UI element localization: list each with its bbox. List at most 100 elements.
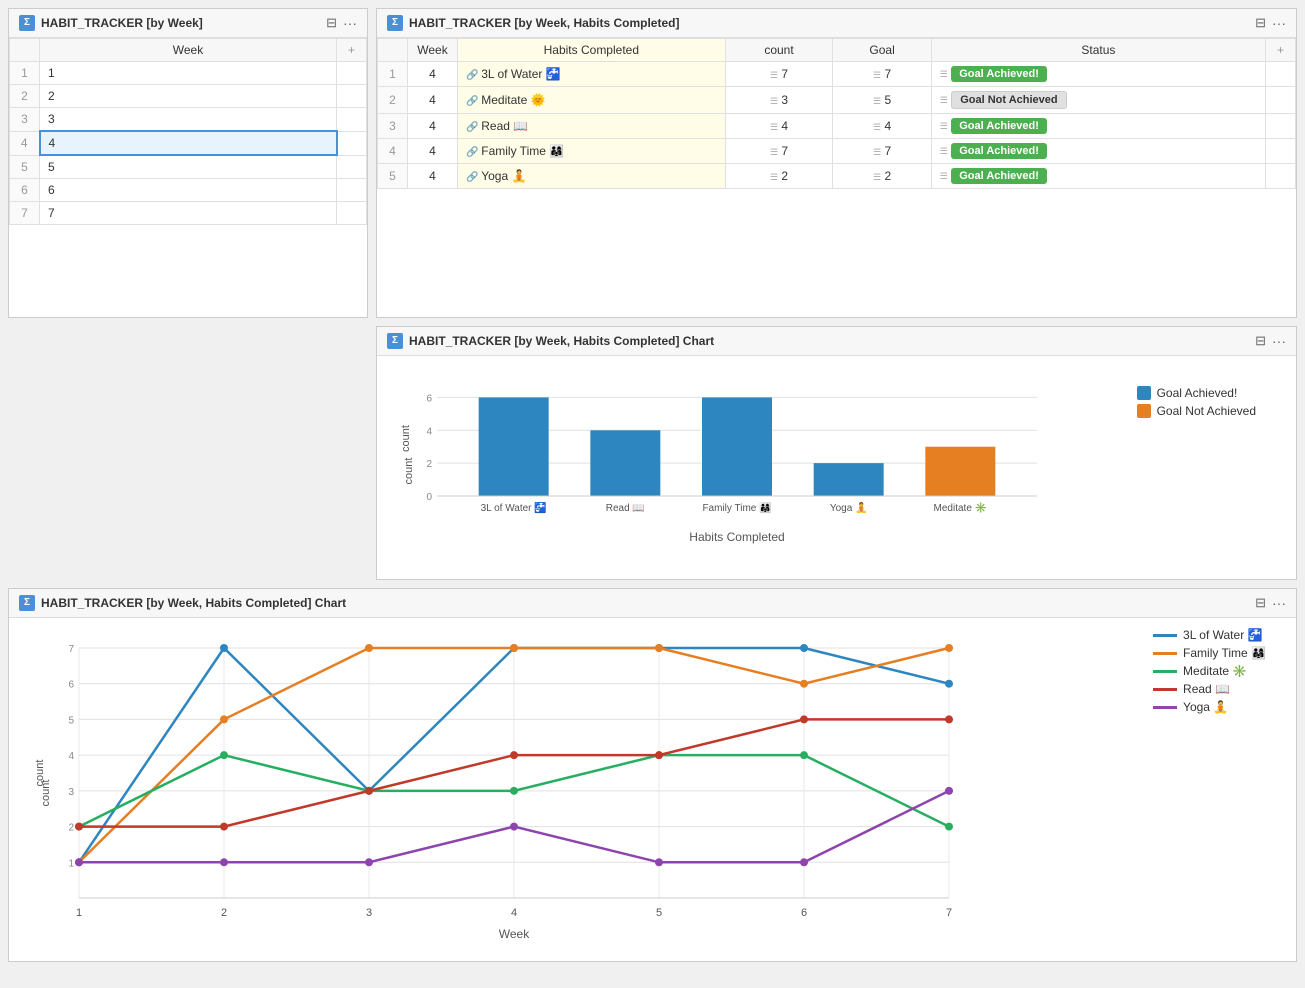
goal-cell: ☰ 7: [833, 62, 931, 87]
svg-text:Read 📖: Read 📖: [606, 503, 645, 514]
habit-cell[interactable]: 🔗 Yoga 🧘: [458, 164, 726, 189]
filter-icon[interactable]: ⊟: [326, 15, 337, 31]
line-legend-meditate: Meditate ✳️: [1153, 664, 1266, 678]
data-add-col: [1266, 164, 1296, 189]
week-row-num: 7: [10, 202, 40, 225]
line-chart-panel: Σ HABIT_TRACKER [by Week, Habits Complet…: [8, 588, 1297, 962]
svg-text:4: 4: [511, 907, 517, 919]
svg-text:1: 1: [76, 907, 82, 919]
more-icon-2[interactable]: ···: [1272, 15, 1286, 31]
week-extra-col: [337, 62, 367, 85]
svg-text:2: 2: [221, 907, 227, 919]
data-row-num: 4: [378, 139, 408, 164]
svg-text:2: 2: [426, 459, 432, 470]
svg-text:4: 4: [426, 426, 432, 437]
bar-chart-header: Σ HABIT_TRACKER [by Week, Habits Complet…: [377, 327, 1296, 356]
habit-cell[interactable]: 🔗 Meditate 🌞: [458, 87, 726, 114]
data-add-col: [1266, 139, 1296, 164]
col-goal-header: Goal: [833, 39, 931, 62]
week-cell[interactable]: 4: [40, 131, 337, 155]
add-col-btn[interactable]: +: [1266, 39, 1296, 62]
line-chart-area: count 12345671234567Weekcount 3L of Wate…: [9, 618, 1296, 961]
col-week-header: Week: [40, 39, 337, 62]
data-table: Week Habits Completed count Goal Status …: [377, 38, 1296, 189]
habit-cell[interactable]: 🔗 Read 📖: [458, 114, 726, 139]
data-table-header: Σ HABIT_TRACKER [by Week, Habits Complet…: [377, 9, 1296, 38]
data-table-title: HABIT_TRACKER [by Week, Habits Completed…: [409, 16, 1249, 30]
add-week-col[interactable]: +: [337, 39, 367, 62]
status-cell: ☰ Goal Not Achieved: [931, 87, 1265, 114]
line-legend-read-label: Read 📖: [1183, 682, 1230, 696]
line-chart-svg: count 12345671234567Weekcount: [29, 628, 1129, 948]
week-table: Week + 11223344556677: [9, 38, 367, 225]
week-cell[interactable]: 6: [40, 179, 337, 202]
week-cell[interactable]: 3: [40, 108, 337, 132]
filter-icon-4[interactable]: ⊟: [1255, 595, 1266, 611]
status-badge: Goal Achieved!: [951, 118, 1047, 134]
svg-text:3: 3: [68, 787, 74, 798]
goal-cell: ☰ 7: [833, 139, 931, 164]
status-badge: Goal Not Achieved: [951, 91, 1066, 109]
data-week-cell[interactable]: 4: [408, 164, 458, 189]
svg-text:4: 4: [68, 751, 74, 762]
data-week-cell[interactable]: 4: [408, 139, 458, 164]
habit-cell[interactable]: 🔗 3L of Water 🚰: [458, 62, 726, 87]
svg-text:Yoga 🧘: Yoga 🧘: [830, 501, 868, 514]
week-row-num: 1: [10, 62, 40, 85]
data-row-num: 2: [378, 87, 408, 114]
line-legend-family: Family Time 👨‍👩‍👧: [1153, 646, 1266, 660]
svg-text:1: 1: [68, 858, 74, 869]
line-legend-meditate-label: Meditate ✳️: [1183, 664, 1247, 678]
sigma-icon-2: Σ: [387, 15, 403, 31]
sigma-icon: Σ: [19, 15, 35, 31]
bar-chart-svg: count 02463L of Water 🚰Read 📖Family Time…: [397, 366, 1197, 566]
week-table-panel: Σ HABIT_TRACKER [by Week] ⊟ ··· Week + 1…: [8, 8, 368, 318]
svg-text:count: count: [400, 425, 412, 452]
more-icon[interactable]: ···: [343, 15, 357, 31]
data-week-cell[interactable]: 4: [408, 87, 458, 114]
week-row-num: 2: [10, 85, 40, 108]
bar-chart-panel: Σ HABIT_TRACKER [by Week, Habits Complet…: [376, 326, 1297, 580]
svg-text:6: 6: [801, 907, 807, 919]
week-table-header: Σ HABIT_TRACKER [by Week] ⊟ ···: [9, 9, 367, 38]
line-chart-title: HABIT_TRACKER [by Week, Habits Completed…: [41, 596, 1249, 610]
status-cell: ☰ Goal Achieved!: [931, 114, 1265, 139]
status-cell: ☰ Goal Achieved!: [931, 139, 1265, 164]
week-row-num: 6: [10, 179, 40, 202]
sigma-icon-3: Σ: [387, 333, 403, 349]
svg-text:Meditate ✳️: Meditate ✳️: [934, 502, 988, 514]
filter-icon-3[interactable]: ⊟: [1255, 333, 1266, 349]
week-cell[interactable]: 2: [40, 85, 337, 108]
count-cell: ☰ 7: [725, 62, 833, 87]
more-icon-3[interactable]: ···: [1272, 333, 1286, 349]
svg-text:Week: Week: [499, 927, 530, 941]
goal-cell: ☰ 5: [833, 87, 931, 114]
filter-icon-2[interactable]: ⊟: [1255, 15, 1266, 31]
week-cell[interactable]: 1: [40, 62, 337, 85]
week-cell[interactable]: 5: [40, 155, 337, 179]
week-extra-col: [337, 179, 367, 202]
svg-text:7: 7: [946, 907, 952, 919]
svg-text:5: 5: [656, 907, 662, 919]
data-add-col: [1266, 114, 1296, 139]
svg-text:2: 2: [68, 823, 74, 834]
line-legend-family-label: Family Time 👨‍👩‍👧: [1183, 646, 1266, 660]
habit-cell[interactable]: 🔗 Family Time 👨‍👩‍👧: [458, 139, 726, 164]
week-cell[interactable]: 7: [40, 202, 337, 225]
line-chart-header: Σ HABIT_TRACKER [by Week, Habits Complet…: [9, 589, 1296, 618]
bar-chart-title: HABIT_TRACKER [by Week, Habits Completed…: [409, 334, 1249, 348]
col-count-header: count: [725, 39, 833, 62]
data-week-cell[interactable]: 4: [408, 114, 458, 139]
status-badge: Goal Achieved!: [951, 66, 1047, 82]
legend-achieved-label: Goal Achieved!: [1157, 386, 1238, 400]
line-legend-water: 3L of Water 🚰: [1153, 628, 1266, 642]
count-cell: ☰ 2: [725, 164, 833, 189]
svg-text:6: 6: [68, 680, 74, 691]
svg-text:Family Time 👨‍👩‍👧: Family Time 👨‍👩‍👧: [702, 501, 771, 514]
data-week-cell[interactable]: 4: [408, 62, 458, 87]
week-extra-col: [337, 155, 367, 179]
svg-text:Habits Completed: Habits Completed: [689, 530, 784, 544]
legend-not-achieved-label: Goal Not Achieved: [1157, 404, 1256, 418]
line-legend-yoga-label: Yoga 🧘: [1183, 700, 1228, 714]
more-icon-4[interactable]: ···: [1272, 595, 1286, 611]
